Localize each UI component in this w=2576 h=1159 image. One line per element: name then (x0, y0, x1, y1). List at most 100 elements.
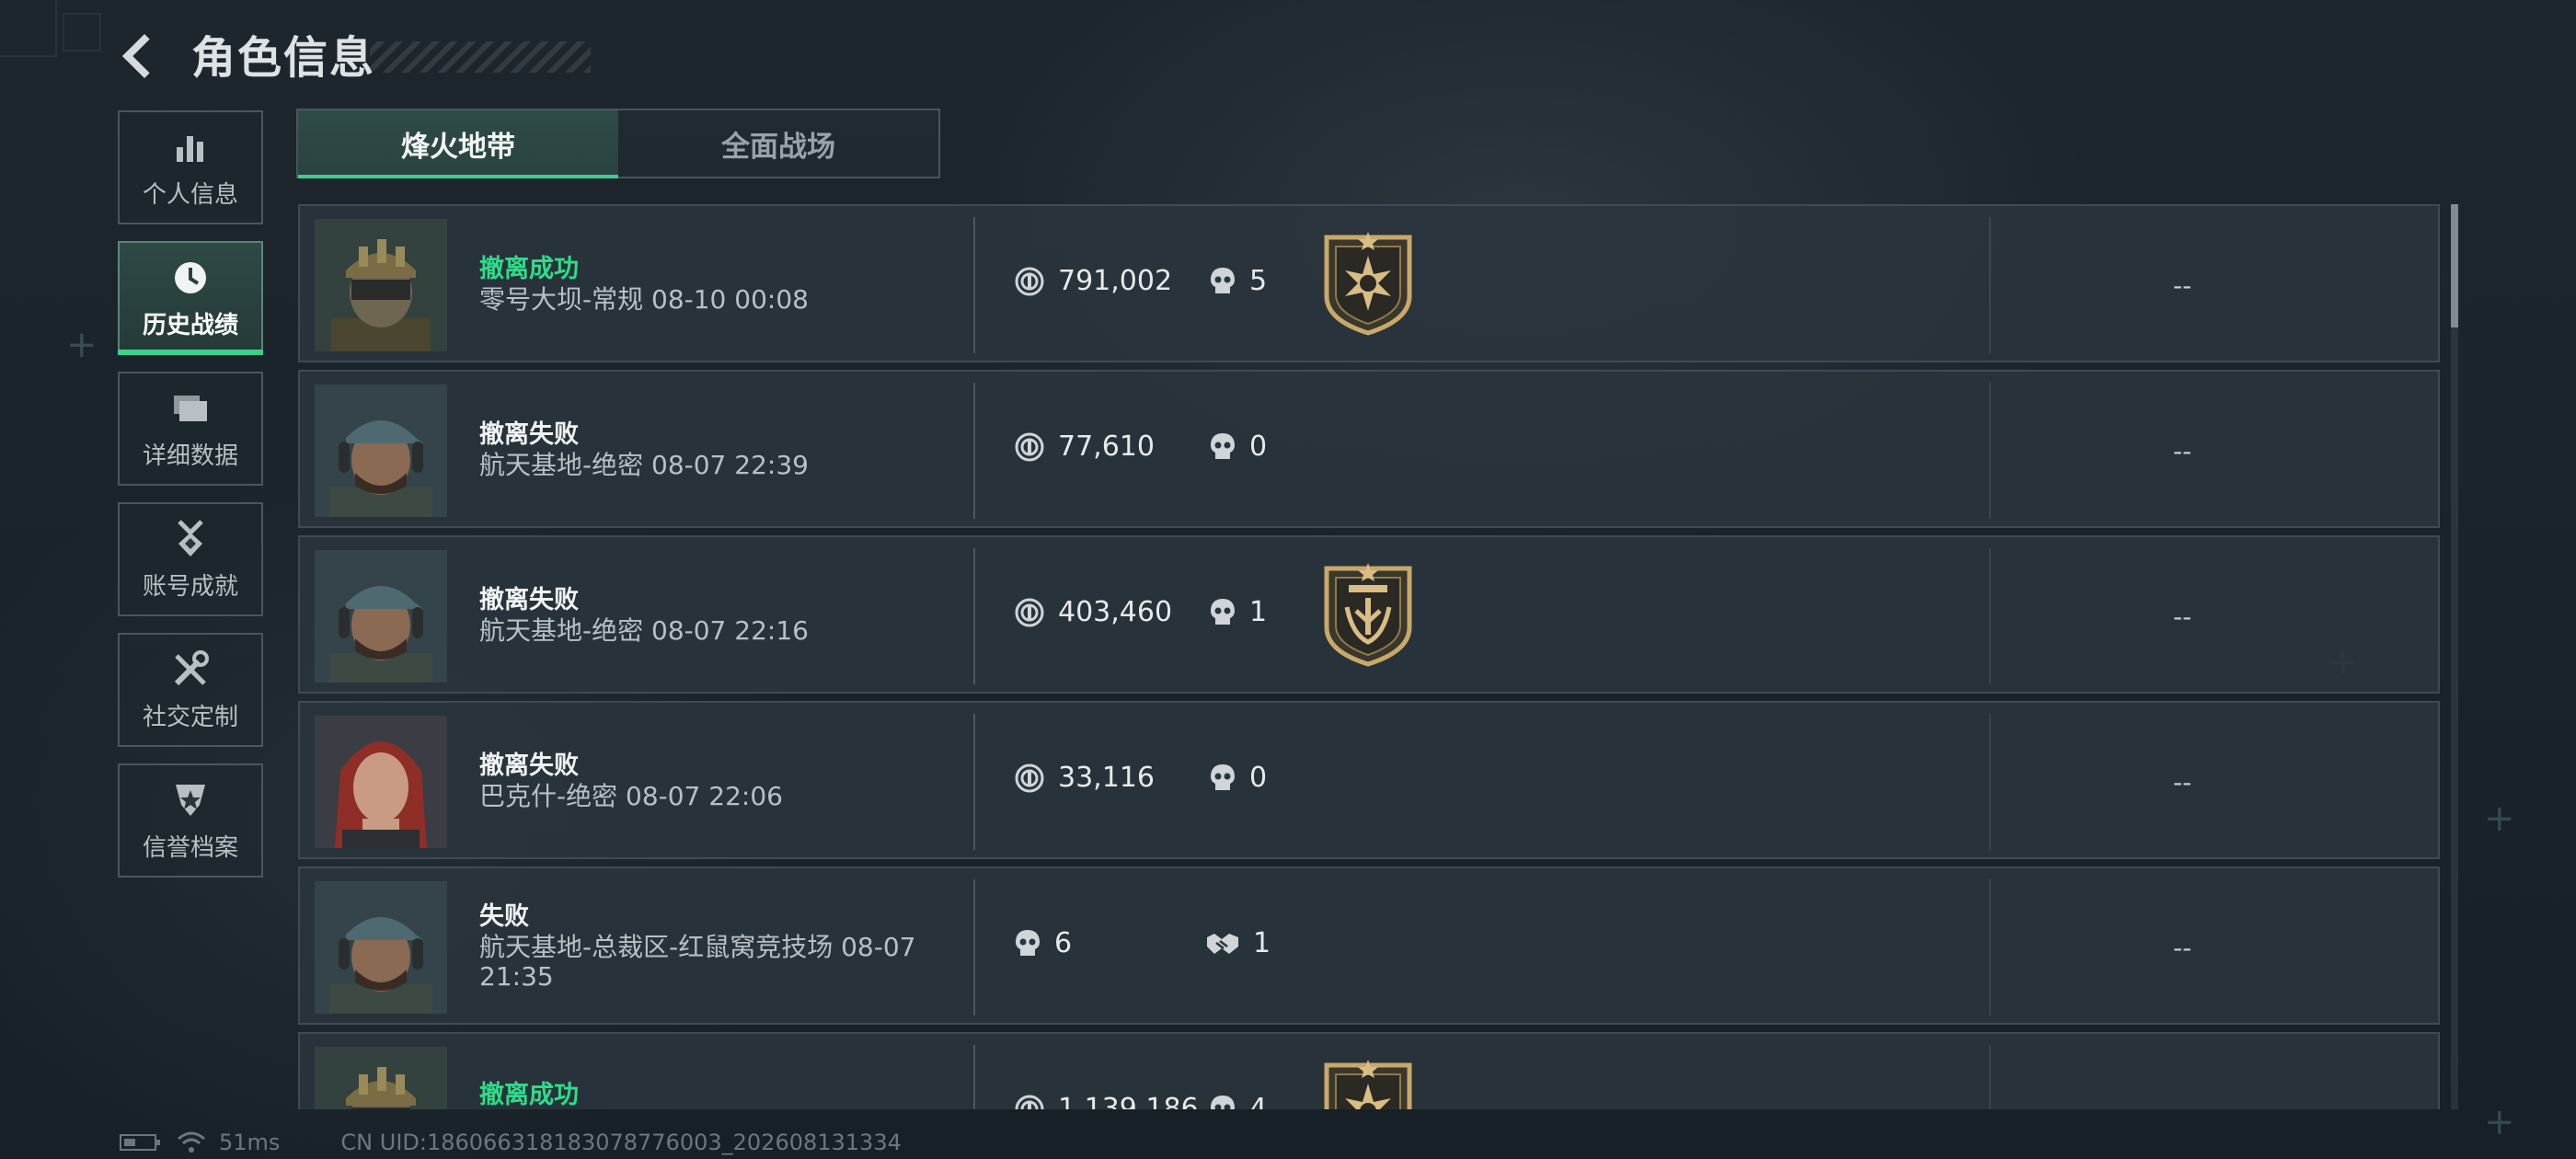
sidebar-item-social[interactable]: 社交定制 (118, 633, 263, 747)
page-header: 角色信息 (120, 20, 592, 86)
kill-count-text: 1 (1249, 596, 1268, 628)
loot-value: 403,460 (1014, 596, 1172, 628)
divider (973, 1045, 975, 1109)
kill-count-text: 0 (1249, 430, 1268, 463)
extra-info: -- (2173, 602, 2192, 632)
assist-count: 1 (1205, 927, 1271, 959)
page-title: 角色信息 (191, 32, 376, 84)
sidebar-item-history[interactable]: 历史战绩 (118, 241, 263, 355)
divider (973, 217, 975, 353)
wifi-icon (178, 1131, 205, 1153)
sidebar-item-detail-data[interactable]: 详细数据 (118, 372, 263, 486)
sidebar-item-label: 信誉档案 (142, 833, 238, 862)
uid-text: CN UID:1860663181830787760​03_2026081313… (340, 1130, 902, 1155)
map-and-time: 零号大坝-常规 08-10 00:08 (479, 284, 809, 315)
skull-icon (1211, 1095, 1235, 1109)
title-stripes-deco (370, 41, 592, 73)
coin-icon (1015, 598, 1044, 626)
extraction-status: 撤离成功 (479, 255, 579, 283)
coin-icon (1015, 763, 1044, 792)
kill-count-text: 4 (1249, 1093, 1268, 1109)
match-history-list[interactable]: 撤离成功 零号大坝-常规 08-10 00:08 791,002 5 -- 撤离… (298, 204, 2440, 1109)
list-item[interactable]: 撤离失败 航天基地-绝密 08-07 22:16 403,460 1 -- (298, 535, 2440, 694)
status-bar: 51ms CN UID:1860663181830787760​03_20260… (120, 1130, 902, 1155)
extra-info: -- (2173, 270, 2192, 301)
coin-icon (1015, 1095, 1044, 1109)
match-status: 失败 (479, 902, 529, 931)
divider (973, 548, 975, 684)
sidebar-item-label: 社交定制 (142, 703, 238, 731)
divider (973, 383, 975, 519)
kill-count: 4 (1209, 1093, 1267, 1109)
sidebar-item-achievements[interactable]: 账号成就 (118, 502, 263, 616)
kill-count-text: 0 (1249, 762, 1268, 794)
sidebar-item-label: 账号成就 (142, 572, 238, 601)
skull-icon (1016, 929, 1040, 956)
extra-info: -- (2173, 767, 2192, 798)
skull-icon (1211, 598, 1235, 625)
list-item[interactable]: 撤离成功 零号大坝-常规 08-10 00:08 791,002 5 -- (298, 204, 2440, 362)
star-skull-badge-icon (1324, 232, 1412, 336)
shield-star-icon (169, 779, 212, 821)
operator-avatar (315, 219, 447, 351)
loot-value: 1,139,186 (1014, 1093, 1199, 1109)
operator-avatar (315, 881, 447, 1014)
divider (1989, 383, 1991, 519)
sidebar-item-label: 详细数据 (142, 442, 238, 470)
assist-count-text: 1 (1253, 927, 1271, 959)
mode-tabs: 烽火地带 全面战场 (296, 109, 940, 178)
latency-text: 51ms (219, 1130, 281, 1155)
list-scrollbar[interactable] (2451, 204, 2458, 1109)
list-item[interactable]: 撤离失败 航天基地-绝密 08-07 22:39 77,610 0 -- (298, 370, 2440, 528)
sidebar-item-reputation[interactable]: 信誉档案 (118, 763, 263, 878)
kill-count: 5 (1209, 265, 1267, 297)
folder-icon (169, 387, 212, 430)
tab-fenghuo-zone[interactable]: 烽火地带 (298, 110, 618, 178)
operator-avatar (315, 384, 447, 517)
loot-value: 77,610 (1014, 430, 1155, 463)
handshake-icon (1207, 933, 1238, 954)
loot-value: 33,116 (1014, 762, 1155, 794)
map-and-time: 巴克什-绝密 08-07 22:06 (479, 781, 783, 811)
loot-value: 791,002 (1014, 265, 1172, 297)
map-and-time: 航天基地-总裁区-红鼠窝竞技场 08-07 21:35 (479, 932, 916, 992)
map-and-time: 航天基地-绝密 08-07 22:39 (479, 450, 809, 480)
bar-chart-icon (169, 126, 212, 168)
tab-full-battlefield[interactable]: 全面战场 (618, 110, 938, 177)
extraction-status: 撤离失败 (479, 752, 579, 780)
list-item[interactable]: 撤离失败 巴克什-绝密 08-07 22:06 33,116 0 -- (298, 701, 2440, 859)
map-and-time: 航天基地-绝密 08-07 22:16 (479, 615, 809, 646)
hud-corner-deco (0, 0, 57, 57)
kill-count: 0 (1209, 762, 1267, 794)
tools-icon (169, 648, 212, 691)
active-indicator (118, 350, 263, 355)
coin-icon (1015, 432, 1044, 461)
operator-avatar (315, 1047, 447, 1109)
loot-value-text: 791,002 (1058, 265, 1173, 297)
scrollbar-thumb[interactable] (2451, 204, 2458, 327)
sidebar-item-personal-info[interactable]: 个人信息 (118, 110, 263, 224)
extraction-status: 撤离失败 (479, 586, 579, 614)
medal-icon (169, 518, 212, 560)
list-item[interactable]: 撤离成功 1,139,186 4 (298, 1032, 2440, 1109)
list-item[interactable]: 失败 航天基地-总裁区-红鼠窝竞技场 08-07 21:35 6 1 -- (298, 866, 2440, 1025)
hud-corner-deco (63, 13, 101, 52)
back-arrow-icon[interactable] (120, 29, 167, 77)
battery-icon (120, 1134, 160, 1151)
kill-count-text: 5 (1249, 265, 1268, 297)
hud-plus-deco: + (2484, 1101, 2515, 1143)
divider (973, 879, 975, 1016)
extraction-status: 撤离失败 (479, 420, 579, 449)
hud-plus-deco: + (66, 324, 98, 366)
skull-icon (1211, 432, 1235, 459)
kill-count-text: 6 (1054, 927, 1073, 959)
sidebar: 个人信息 历史战绩 详细数据 账号成就 社交定制 信誉档案 (118, 110, 267, 894)
coin-icon (1015, 267, 1044, 295)
hud-plus-deco: + (2484, 798, 2515, 840)
loot-value-text: 33,116 (1058, 762, 1155, 794)
divider (973, 714, 975, 850)
loot-value-text: 403,460 (1058, 596, 1173, 628)
kill-count: 0 (1209, 430, 1267, 463)
star-skull-badge-icon (1324, 1060, 1412, 1109)
operator-avatar (315, 716, 447, 848)
